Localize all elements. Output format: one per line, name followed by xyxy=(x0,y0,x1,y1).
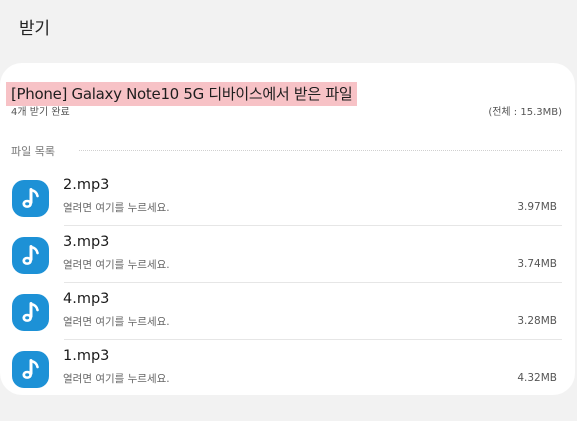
file-item-2-mp3[interactable]: 2.mp3 열려면 여기를 누르세요. 3.97MB xyxy=(0,169,575,226)
music-note-icon xyxy=(12,294,49,331)
file-name: 1.mp3 xyxy=(63,348,110,364)
file-name: 4.mp3 xyxy=(63,291,110,307)
music-note-icon xyxy=(12,351,49,388)
transfer-total-size: (전체 : 15.3MB) xyxy=(488,107,562,118)
file-list-label: 파일 목록 xyxy=(11,143,61,159)
file-size: 3.97MB xyxy=(517,201,557,213)
music-note-icon xyxy=(12,180,49,217)
transfer-status: 4개 받기 완료 xyxy=(11,107,70,118)
file-size: 4.32MB xyxy=(517,372,557,384)
transfer-card: [Phone] Galaxy Note10 5G 디바이스에서 받은 파일 4개… xyxy=(0,63,575,395)
music-note-icon xyxy=(12,237,49,274)
page-title: 받기 xyxy=(19,19,50,39)
file-item-3-mp3[interactable]: 3.mp3 열려면 여기를 누르세요. 3.74MB xyxy=(0,226,575,283)
file-size: 3.28MB xyxy=(517,315,557,327)
file-open-hint: 열려면 여기를 누르세요. xyxy=(63,259,170,271)
file-open-hint: 열려면 여기를 누르세요. xyxy=(63,373,170,385)
file-size: 3.74MB xyxy=(517,258,557,270)
section-divider xyxy=(79,150,562,151)
file-name: 3.mp3 xyxy=(63,234,110,250)
file-list-header: 파일 목록 xyxy=(11,143,562,159)
transfer-summary: 4개 받기 완료 (전체 : 15.3MB) xyxy=(11,103,562,118)
file-open-hint: 열려면 여기를 누르세요. xyxy=(63,316,170,328)
file-name: 2.mp3 xyxy=(63,177,110,193)
file-item-1-mp3[interactable]: 1.mp3 열려면 여기를 누르세요. 4.32MB xyxy=(0,340,575,397)
file-open-hint: 열려면 여기를 누르세요. xyxy=(63,202,170,214)
file-item-4-mp3[interactable]: 4.mp3 열려면 여기를 누르세요. 3.28MB xyxy=(0,283,575,340)
